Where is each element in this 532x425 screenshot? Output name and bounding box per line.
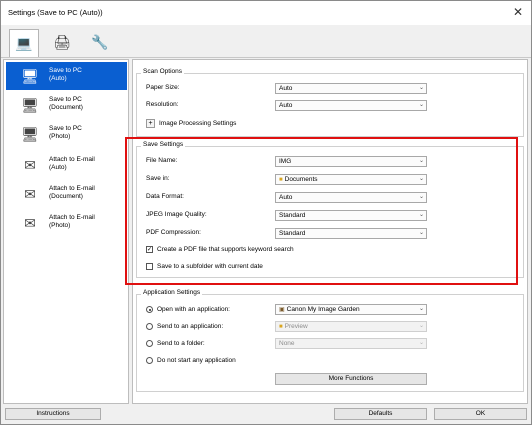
application-settings-group: Application Settings Open with an applic…: [136, 289, 524, 392]
sidebar-item-label: Attach to E-mail (Auto): [49, 156, 95, 171]
resolution-value: Auto: [279, 102, 293, 109]
chevron-down-icon: ⌄: [418, 176, 424, 182]
sidebar: 🖥 Save to PC (Auto) 🖥 Save to PC (Docume…: [3, 59, 129, 404]
chevron-down-icon: ⌄: [418, 158, 424, 164]
file-name-input[interactable]: IMG ⌄: [275, 156, 427, 167]
do-not-start-label: Do not start any application: [157, 357, 236, 364]
open-with-select[interactable]: ▣ Canon My Image Garden ⌄: [275, 304, 427, 315]
paper-size-value: Auto: [279, 85, 293, 92]
jpeg-quality-select[interactable]: Standard ⌄: [275, 210, 427, 221]
sidebar-item-label: Attach to E-mail (Photo): [49, 214, 95, 229]
folder-icon: ■: [279, 177, 283, 183]
data-format-value: Auto: [279, 194, 293, 201]
resolution-label: Resolution:: [146, 101, 179, 108]
open-with-value: Canon My Image Garden: [286, 306, 360, 313]
tab-scanner[interactable]: 🖨: [47, 29, 77, 55]
subfolder-label: Save to a subfolder with current date: [157, 263, 263, 270]
application-settings-title: Application Settings: [141, 289, 203, 296]
sidebar-item-label: Save to PC (Document): [49, 96, 83, 111]
send-to-app-label: Send to an application:: [157, 323, 224, 330]
send-to-folder-label: Send to a folder:: [157, 340, 205, 347]
scan-options-title: Scan Options: [141, 68, 185, 75]
save-to-pc-icon: 🖥: [21, 97, 39, 113]
sidebar-item-save-to-pc-auto[interactable]: 🖥 Save to PC (Auto): [6, 62, 127, 90]
close-icon[interactable]: ✕: [513, 5, 523, 19]
folder-icon: ■: [279, 324, 283, 330]
sidebar-item-label: Attach to E-mail (Document): [49, 185, 95, 200]
sidebar-item-attach-email-photo[interactable]: ✉ Attach to E-mail (Photo): [6, 209, 127, 237]
title-bar: Settings (Save to PC (Auto)) ✕: [1, 1, 531, 25]
tab-tools[interactable]: 🔧: [85, 29, 115, 55]
chevron-down-icon: ⌄: [418, 306, 424, 312]
open-with-label: Open with an application:: [157, 306, 230, 313]
send-to-folder-value: None: [279, 340, 295, 347]
tools-icon: 🔧: [91, 33, 109, 50]
open-with-radio[interactable]: [146, 306, 153, 313]
attach-email-icon: ✉: [24, 186, 36, 202]
save-in-select[interactable]: ■ Documents ⌄: [275, 174, 427, 185]
data-format-select[interactable]: Auto ⌄: [275, 192, 427, 203]
jpeg-quality-label: JPEG Image Quality:: [146, 211, 207, 218]
chevron-down-icon: ⌄: [418, 194, 424, 200]
chevron-down-icon: ⌄: [418, 85, 424, 91]
subfolder-checkbox[interactable]: [146, 263, 153, 270]
jpeg-quality-value: Standard: [279, 212, 306, 219]
keyword-search-checkbox[interactable]: ✓: [146, 246, 153, 253]
ok-button[interactable]: OK: [434, 408, 527, 420]
send-to-app-select[interactable]: ■ Preview ⌄: [275, 321, 427, 332]
data-format-label: Data Format:: [146, 193, 184, 200]
instructions-button[interactable]: Instructions: [5, 408, 101, 420]
image-processing-expand-button[interactable]: +: [146, 119, 155, 128]
settings-panel: Scan Options Paper Size: Auto ⌄ Resoluti…: [132, 59, 528, 404]
pdf-compression-label: PDF Compression:: [146, 229, 201, 236]
chevron-down-icon: ⌄: [418, 212, 424, 218]
chevron-down-icon: ⌄: [418, 102, 424, 108]
tab-computer[interactable]: 💻: [9, 29, 39, 57]
save-to-pc-icon: 🖥: [21, 126, 39, 142]
file-name-label: File Name:: [146, 157, 178, 164]
attach-email-icon: ✉: [24, 157, 36, 173]
chevron-down-icon: ⌄: [418, 340, 424, 346]
sidebar-item-attach-email-document[interactable]: ✉ Attach to E-mail (Document): [6, 180, 127, 208]
chevron-down-icon: ⌄: [418, 230, 424, 236]
scanner-icon: 🖨: [53, 33, 71, 50]
window-title: Settings (Save to PC (Auto)): [8, 8, 103, 17]
save-in-value: Documents: [284, 176, 318, 183]
image-processing-label: Image Processing Settings: [159, 120, 237, 127]
send-to-app-value: Preview: [284, 323, 308, 330]
save-settings-group: Save Settings File Name: IMG ⌄ Save in: …: [136, 141, 524, 278]
sidebar-item-save-to-pc-document[interactable]: 🖥 Save to PC (Document): [6, 91, 127, 119]
paper-size-select[interactable]: Auto ⌄: [275, 83, 427, 94]
file-name-value: IMG: [279, 158, 292, 165]
sidebar-item-label: Save to PC (Photo): [49, 125, 82, 140]
more-functions-button[interactable]: More Functions: [275, 373, 427, 385]
chevron-down-icon: ⌄: [418, 323, 424, 329]
tab-bar: 💻 🖨 🔧: [1, 25, 531, 58]
send-to-folder-radio[interactable]: [146, 340, 153, 347]
pdf-compression-value: Standard: [279, 230, 306, 237]
save-in-label: Save in:: [146, 175, 170, 182]
app-icon: ▣: [279, 307, 285, 313]
computer-icon: 💻: [15, 35, 33, 51]
send-to-app-radio[interactable]: [146, 323, 153, 330]
attach-email-icon: ✉: [24, 215, 36, 231]
do-not-start-radio[interactable]: [146, 357, 153, 364]
settings-window: Settings (Save to PC (Auto)) ✕ 💻 🖨 🔧 🖥 S…: [0, 0, 532, 425]
send-to-folder-select[interactable]: None ⌄: [275, 338, 427, 349]
pdf-compression-select[interactable]: Standard ⌄: [275, 228, 427, 239]
resolution-select[interactable]: Auto ⌄: [275, 100, 427, 111]
sidebar-item-label: Save to PC (Auto): [49, 67, 82, 82]
sidebar-item-attach-email-auto[interactable]: ✉ Attach to E-mail (Auto): [6, 151, 127, 179]
keyword-search-label: Create a PDF file that supports keyword …: [157, 246, 294, 253]
scan-options-group: Scan Options Paper Size: Auto ⌄ Resoluti…: [136, 68, 524, 137]
save-settings-title: Save Settings: [141, 141, 186, 148]
sidebar-item-save-to-pc-photo[interactable]: 🖥 Save to PC (Photo): [6, 120, 127, 148]
save-to-pc-icon: 🖥: [21, 68, 39, 84]
defaults-button[interactable]: Defaults: [334, 408, 427, 420]
paper-size-label: Paper Size:: [146, 84, 180, 91]
